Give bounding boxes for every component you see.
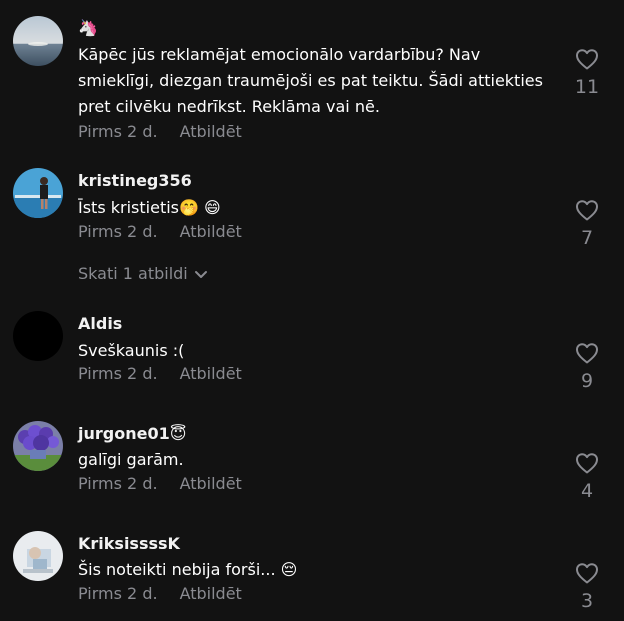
reply-button[interactable]: Atbildēt [180,474,242,493]
heart-icon [576,563,598,584]
comment-text: Kāpēc jūs reklamējat emocionālo vardarbī… [78,45,543,116]
heart-icon [576,200,598,221]
heart-icon [576,343,598,364]
like-count: 3 [580,590,594,612]
comment-username[interactable]: KriksissssK [78,534,180,553]
reply-button[interactable]: Atbildēt [180,364,242,383]
comment-username[interactable]: Aldis [78,314,122,333]
heart-icon [576,453,598,474]
comment-time: Pirms 2 d. [78,584,158,603]
like-button[interactable]: 3 [572,562,602,612]
comment-username[interactable]: 🦄 [78,18,98,37]
avatar[interactable] [13,168,63,218]
comment-meta: Pirms 2 d. Atbildēt [78,364,242,383]
view-replies-button[interactable]: Skati 1 atbildi [78,264,208,283]
avatar[interactable] [13,421,63,471]
reply-button[interactable]: Atbildēt [180,122,242,141]
like-count: 4 [580,480,594,502]
comment-meta: Pirms 2 d. Atbildēt [78,584,242,603]
reply-button[interactable]: Atbildēt [180,222,242,241]
comment-meta: Pirms 2 d. Atbildēt [78,122,242,141]
like-count: 7 [580,227,594,249]
avatar[interactable] [13,16,63,66]
comment-time: Pirms 2 d. [78,122,158,141]
like-count: 9 [580,370,594,392]
like-count: 11 [574,76,600,98]
comment-text: galīgi garām. [78,450,184,469]
comment-text: Sveškaunis :( [78,341,185,360]
comment-meta: Pirms 2 d. Atbildēt [78,222,242,241]
comment-username[interactable]: jurgone01😇 [78,424,186,443]
reply-button[interactable]: Atbildēt [180,584,242,603]
chevron-down-icon [194,270,207,278]
comment-text: Šis noteikti nebija forši... 😔 [78,560,298,579]
comment-meta: Pirms 2 d. Atbildēt [78,474,242,493]
like-button[interactable]: 9 [572,342,602,392]
heart-icon [576,49,598,70]
comment-username[interactable]: kristineg356 [78,171,192,190]
avatar[interactable] [13,311,63,361]
comment-time: Pirms 2 d. [78,222,158,241]
like-button[interactable]: 7 [572,199,602,249]
comment-text: Īsts kristietis🤭 😄 [78,198,221,217]
comment-time: Pirms 2 d. [78,364,158,383]
view-replies-label: Skati 1 atbildi [78,264,188,283]
like-button[interactable]: 4 [572,452,602,502]
like-button[interactable]: 11 [572,48,602,98]
avatar[interactable] [13,531,63,581]
comment-time: Pirms 2 d. [78,474,158,493]
